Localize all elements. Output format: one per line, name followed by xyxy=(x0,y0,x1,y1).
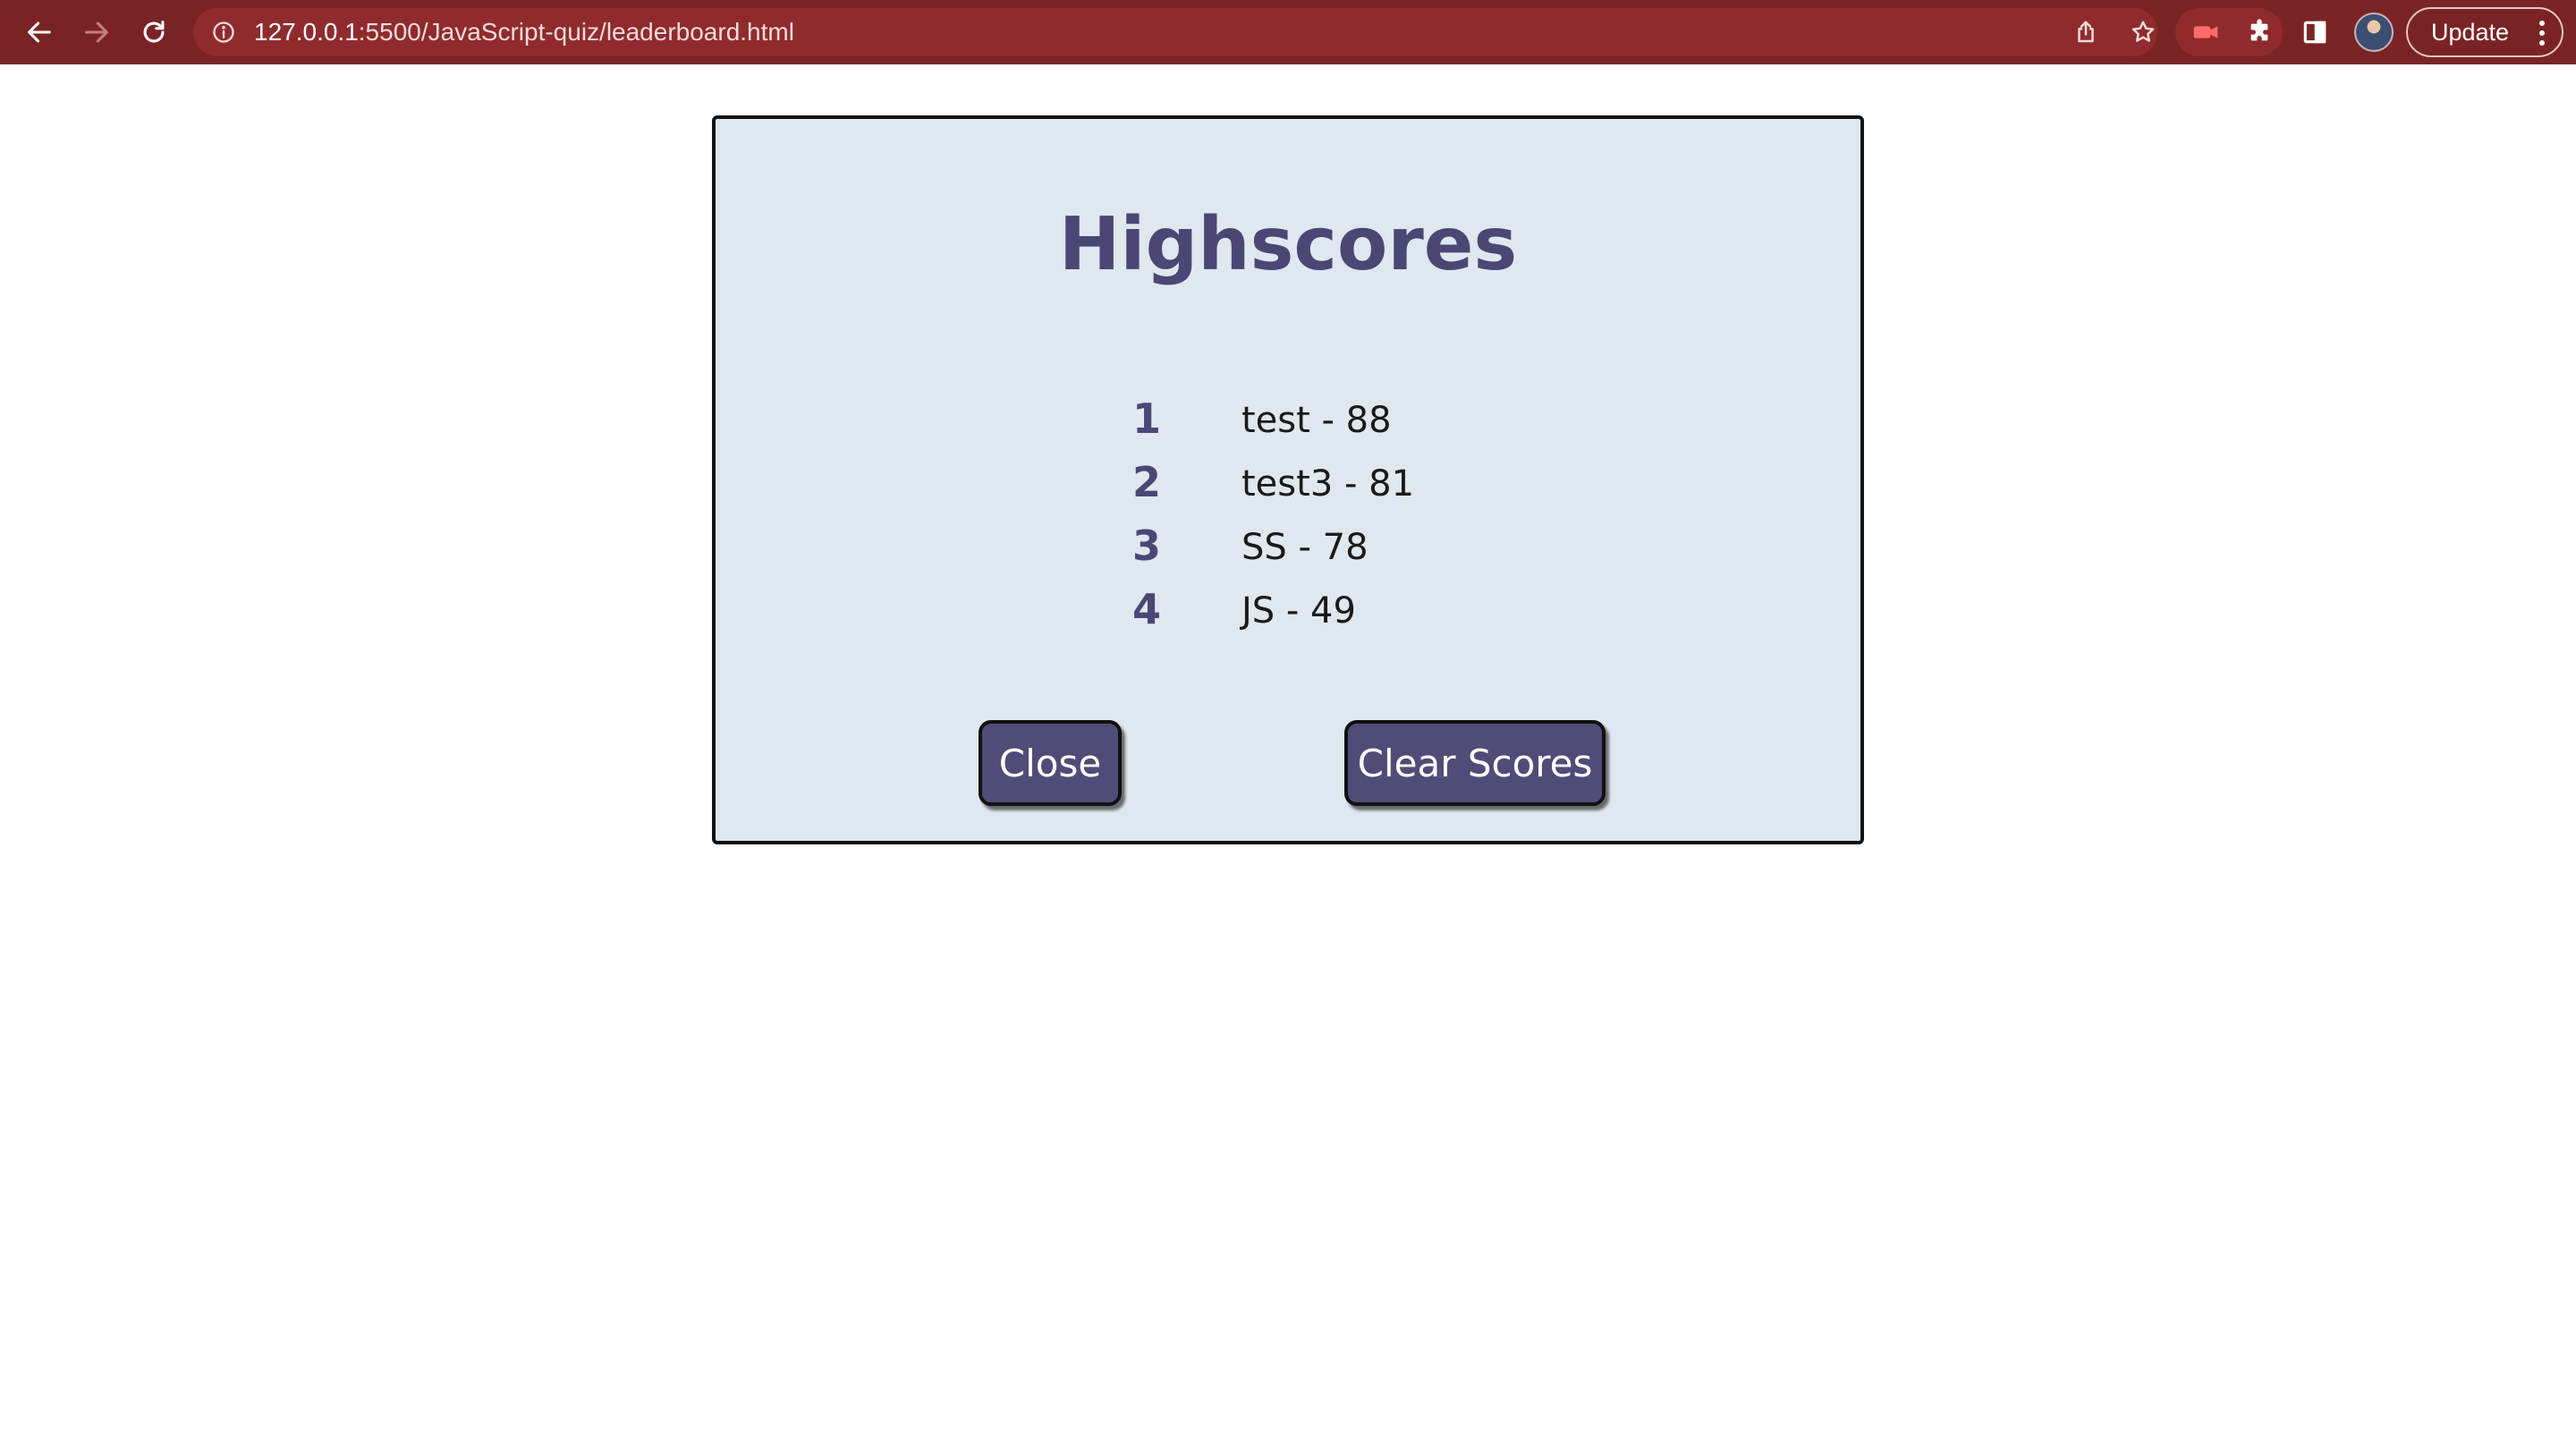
close-button[interactable]: Close xyxy=(979,720,1122,806)
score-row: 2 test3 - 81 xyxy=(716,451,1860,514)
score-entry: JS - 49 xyxy=(1241,590,1356,632)
reload-icon xyxy=(143,21,165,43)
score-rank: 2 xyxy=(1131,458,1161,506)
avatar[interactable] xyxy=(2354,13,2394,52)
score-entry: test3 - 81 xyxy=(1241,463,1415,505)
sidebar-icon xyxy=(2303,21,2326,44)
clear-scores-button[interactable]: Clear Scores xyxy=(1344,720,1606,806)
forward-icon xyxy=(85,21,108,43)
score-row: 4 JS - 49 xyxy=(716,578,1860,641)
score-rank: 3 xyxy=(1131,521,1161,570)
forward-button[interactable] xyxy=(77,13,116,52)
score-row: 1 test - 88 xyxy=(716,387,1860,451)
score-entry: SS - 78 xyxy=(1241,527,1368,568)
update-button[interactable]: Update xyxy=(2406,7,2563,57)
extensions-menu-button[interactable] xyxy=(2240,13,2279,52)
score-row: 3 SS - 78 xyxy=(716,514,1860,578)
url-text[interactable]: 127.0.0.1:5500/JavaScript-quiz/leaderboa… xyxy=(254,8,794,56)
back-icon xyxy=(28,21,51,43)
score-rank: 1 xyxy=(1131,394,1161,443)
extensions-group xyxy=(2175,8,2283,56)
puzzle-icon xyxy=(2250,19,2268,41)
browser-toolbar: 127.0.0.1:5500/JavaScript-quiz/leaderboa… xyxy=(0,0,2576,64)
back-button[interactable] xyxy=(20,13,59,52)
page-title: Highscores xyxy=(1058,202,1518,287)
share-button[interactable] xyxy=(2066,8,2106,56)
score-entry: test - 88 xyxy=(1241,400,1392,441)
extension-icon xyxy=(2193,26,2218,38)
score-list: 1 test - 88 2 test3 - 81 3 SS - 78 4 JS … xyxy=(716,387,1860,641)
leaderboard-panel: Highscores 1 test - 88 2 test3 - 81 3 SS… xyxy=(712,115,1864,844)
extension-button[interactable] xyxy=(2186,13,2225,52)
star-icon xyxy=(2131,21,2155,42)
side-panel-button[interactable] xyxy=(2295,13,2334,52)
more-icon[interactable] xyxy=(2538,20,2546,47)
info-icon[interactable] xyxy=(211,20,236,45)
url-host: 127.0.0.1 xyxy=(254,18,359,46)
score-rank: 4 xyxy=(1131,585,1161,633)
bookmark-button[interactable] xyxy=(2123,8,2163,56)
reload-button[interactable] xyxy=(134,13,174,52)
update-label: Update xyxy=(2431,18,2510,46)
address-bar[interactable]: 127.0.0.1:5500/JavaScript-quiz/leaderboa… xyxy=(193,8,2157,56)
share-icon xyxy=(2078,21,2094,43)
url-path: :5500/JavaScript-quiz/leaderboard.html xyxy=(358,18,794,46)
